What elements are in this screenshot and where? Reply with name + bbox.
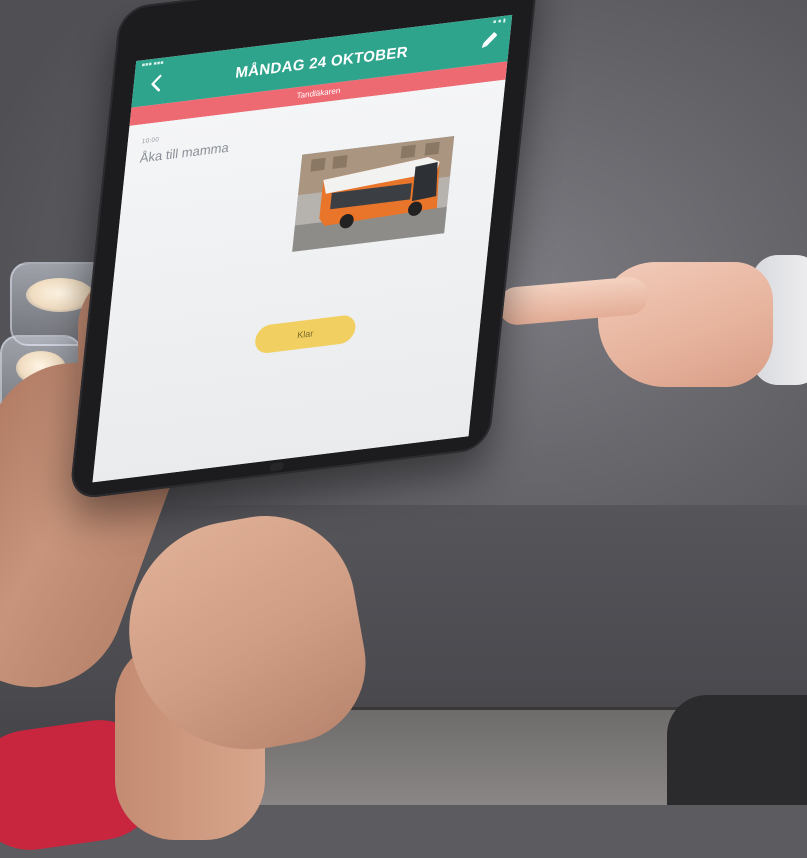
tablet-device: ▪▪▪ ▪▪▪ ▪ ▪ ▮ MÅNDAG 24 OKTOBER Tandläka…: [68, 0, 540, 501]
done-button[interactable]: Klar: [253, 313, 357, 355]
back-button[interactable]: [144, 71, 168, 96]
event-details: 10:00 Åka till mamma Klar: [92, 79, 506, 483]
bus-image: [292, 135, 455, 252]
status-right: ▪ ▪ ▮: [492, 17, 507, 26]
status-left: ▪▪▪ ▪▪▪: [141, 59, 164, 69]
pencil-icon: [481, 32, 498, 48]
chevron-left-icon: [151, 74, 162, 92]
tablet-bottom-bezel: [269, 461, 285, 472]
tablet-screen: ▪▪▪ ▪▪▪ ▪ ▪ ▮ MÅNDAG 24 OKTOBER Tandläka…: [92, 14, 513, 483]
bus-photo: [292, 135, 455, 252]
edit-button[interactable]: [477, 28, 501, 53]
event-time: 10:00: [141, 136, 160, 146]
dark-shadow: [667, 695, 807, 805]
